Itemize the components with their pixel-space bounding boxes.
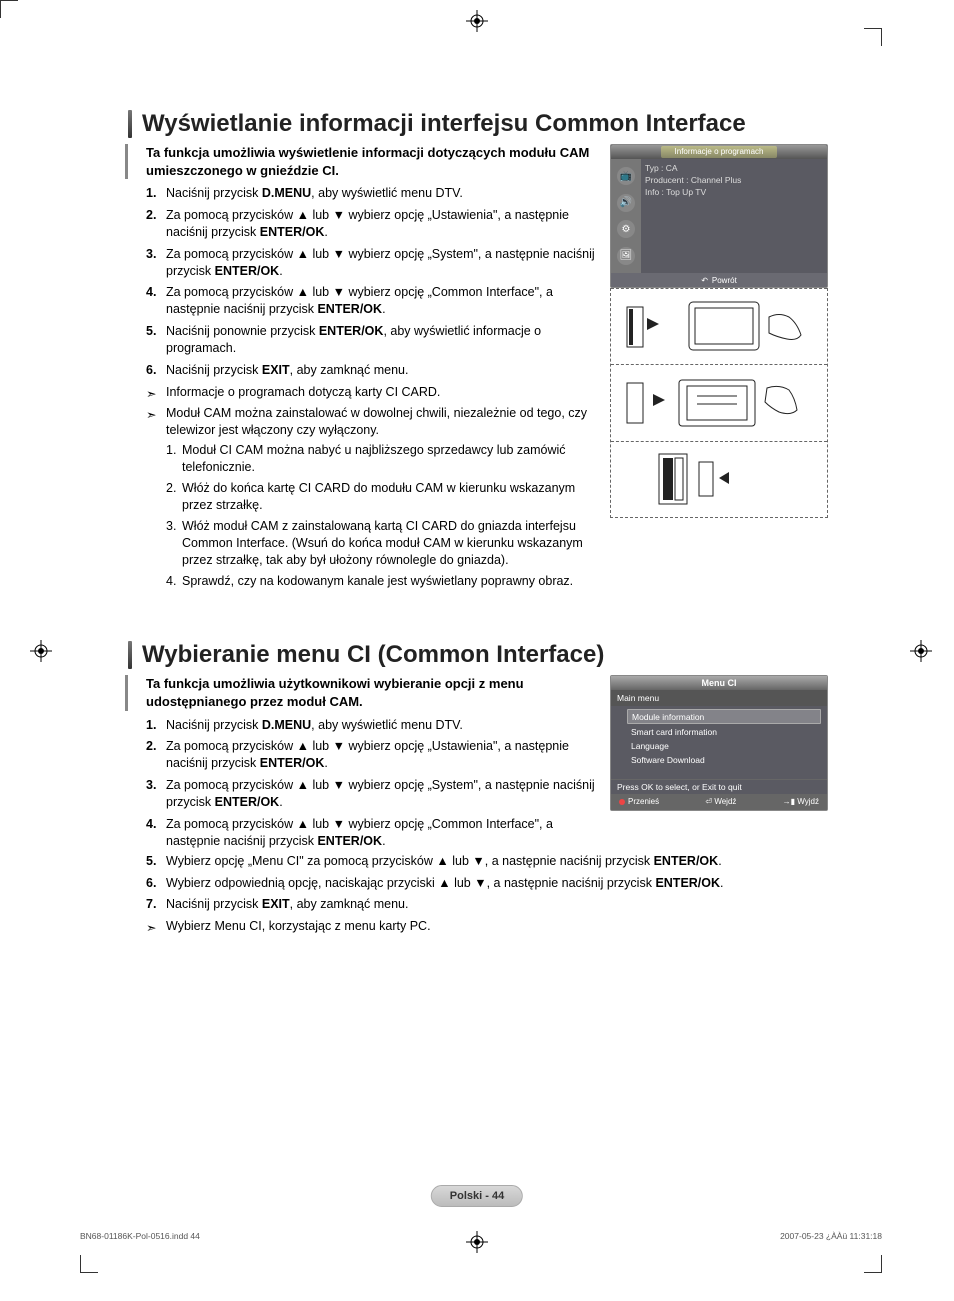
step-item: 2.Za pomocą przycisków ▲ lub ▼ wybierz o… (146, 207, 596, 241)
substeps-list: 1.Moduł CI CAM można nabyć u najbliższeg… (128, 442, 596, 589)
step-item: 1.Naciśnij przycisk D.MENU, aby wyświetl… (146, 717, 596, 734)
heading-accent-bar (128, 110, 132, 138)
substep-item: 4.Sprawdź, czy na kodowanym kanale jest … (166, 573, 596, 590)
osd-foot-move: Przenieś (619, 797, 659, 806)
section-intro: Ta funkcja umożliwia użytkownikowi wybie… (125, 675, 596, 710)
note-line: ➣ Informacje o programach dotyczą karty … (128, 384, 596, 401)
osd-nav-icon: 🖼 (617, 247, 635, 265)
osd-screenshot: Menu CI Main menu Module information Sma… (610, 675, 828, 811)
step-item: 3.Za pomocą przycisków ▲ lub ▼ wybierz o… (146, 246, 596, 280)
osd-screenshot: Informacje o programach 📺 🔊 ⚙ 🖼 Typ : CA… (610, 144, 828, 288)
osd-back-label: Powrót (712, 276, 737, 285)
osd-footer: ↶ Powrót (611, 273, 827, 287)
osd-sidebar: 📺 🔊 ⚙ 🖼 (611, 159, 641, 273)
step-item: 7.Naciśnij przycisk EXIT, aby zamknąć me… (146, 896, 828, 913)
osd-menu-list: Module information Smart card informatio… (611, 706, 827, 779)
registration-mark-icon (466, 10, 488, 32)
installation-diagram (610, 288, 828, 518)
enter-icon: ⏎ (705, 797, 714, 806)
osd-footer: Przenieś ⏎ Wejdź →▮ Wyjdź (611, 794, 827, 810)
step-item: 3.Za pomocą przycisków ▲ lub ▼ wybierz o… (146, 777, 596, 811)
step-item: 4.Za pomocą przycisków ▲ lub ▼ wybierz o… (146, 284, 596, 318)
section-heading: Wybieranie menu CI (Common Interface) (128, 641, 828, 669)
osd-nav-icon: 🔊 (617, 194, 635, 212)
note-arrow-icon: ➣ (146, 407, 156, 424)
osd-menu-item: Language (627, 739, 821, 752)
crop-mark (0, 0, 18, 18)
osd-foot-enter: ⏎ Wejdź (705, 797, 736, 806)
step-item: 5.Naciśnij ponownie przycisk ENTER/OK, a… (146, 323, 596, 357)
osd-subtitle: Main menu (611, 690, 827, 706)
osd-menu-item: Module information (627, 709, 821, 724)
osd-info-line: Info : Top Up TV (645, 187, 821, 199)
diagram-step (611, 288, 827, 364)
step-item: 6.Naciśnij przycisk EXIT, aby zamknąć me… (146, 362, 596, 379)
diagram-step (611, 441, 827, 517)
note-line: ➣ Moduł CAM można zainstalować w dowolne… (128, 405, 596, 439)
osd-title-text: Menu CI (611, 676, 827, 690)
substep-item: 3.Włóż moduł CAM z zainstalowaną kartą C… (166, 518, 596, 569)
registration-mark-icon (466, 1231, 488, 1253)
document-page: Wyświetlanie informacji interfejsu Commo… (0, 0, 954, 1301)
section-intro: Ta funkcja umożliwia wyświetlenie inform… (125, 144, 596, 179)
steps-list: 1.Naciśnij przycisk D.MENU, aby wyświetl… (128, 717, 596, 850)
step-item: 6.Wybierz odpowiednią opcję, naciskając … (146, 875, 828, 892)
osd-foot-exit: →▮ Wyjdź (783, 797, 819, 806)
osd-title-text: Informacje o programach (661, 146, 778, 158)
osd-info-line: Typ : CA (645, 163, 821, 175)
osd-nav-icon: ⚙ (617, 220, 635, 238)
note-arrow-icon: ➣ (146, 920, 156, 937)
heading-accent-bar (128, 641, 132, 669)
substep-item: 2.Włóż do końca kartę CI CARD do modułu … (166, 480, 596, 514)
section-title-text: Wyświetlanie informacji interfejsu Commo… (142, 110, 746, 138)
substep-item: 1.Moduł CI CAM można nabyć u najbliższeg… (166, 442, 596, 476)
section-heading: Wyświetlanie informacji interfejsu Commo… (128, 110, 828, 138)
step-item: 2.Za pomocą przycisków ▲ lub ▼ wybierz o… (146, 738, 596, 772)
footer-filename: BN68-01186K-Pol-0516.indd 44 (80, 1231, 200, 1241)
osd-nav-icon: 📺 (617, 167, 635, 185)
osd-body: Typ : CA Producent : Channel Plus Info :… (645, 163, 821, 199)
diagram-step (611, 364, 827, 440)
osd-title-bar: Informacje o programach (611, 145, 827, 159)
step-item: 1.Naciśnij przycisk D.MENU, aby wyświetl… (146, 185, 596, 202)
footer-timestamp: 2007-05-23 ¿ÀÀü 11:31:18 (780, 1231, 882, 1241)
note-line: ➣ Wybierz Menu CI, korzystając z menu ka… (128, 918, 828, 935)
step-item: 4.Za pomocą przycisków ▲ lub ▼ wybierz o… (146, 816, 596, 850)
registration-mark-icon (30, 640, 52, 662)
osd-menu-item: Smart card information (627, 725, 821, 738)
osd-menu-item: Software Download (627, 753, 821, 766)
steps-list: 1.Naciśnij przycisk D.MENU, aby wyświetl… (128, 185, 596, 379)
registration-mark-icon (910, 640, 932, 662)
return-icon: ↶ (701, 276, 708, 285)
step-item: 5.Wybierz opcję „Menu CI" za pomocą przy… (146, 853, 828, 870)
note-arrow-icon: ➣ (146, 386, 156, 403)
steps-list-continued: 5.Wybierz opcję „Menu CI" za pomocą przy… (128, 853, 828, 914)
page-content: Wyświetlanie informacji interfejsu Commo… (128, 110, 828, 939)
section-title-text: Wybieranie menu CI (Common Interface) (142, 641, 604, 669)
exit-icon: →▮ (783, 797, 798, 806)
page-number-badge: Polski - 44 (431, 1185, 523, 1207)
osd-info-line: Producent : Channel Plus (645, 175, 821, 187)
osd-prompt: Press OK to select, or Exit to quit (611, 779, 827, 794)
